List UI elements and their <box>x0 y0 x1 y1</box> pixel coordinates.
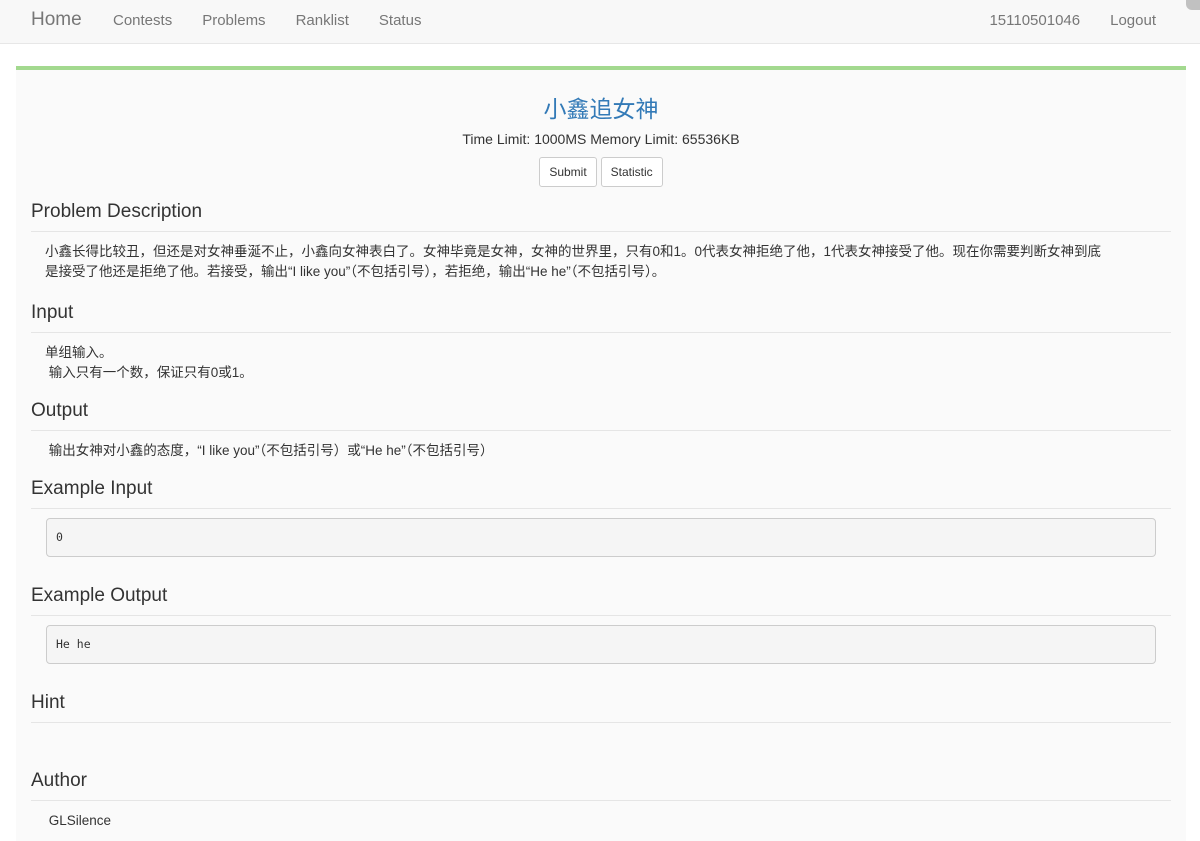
scrollbar-thumb[interactable] <box>1186 0 1200 10</box>
example-output-block: He he <box>46 625 1156 664</box>
output-heading: Output <box>31 400 1171 431</box>
description-line-1: 小鑫长得比较丑，但还是对女神垂涎不止，小鑫向女神表白了。女神毕竟是女神，女神的世… <box>45 244 1102 259</box>
main-nav: Contests Problems Ranklist Status <box>113 12 451 29</box>
nav-contests-link[interactable]: Contests <box>113 12 172 29</box>
logout-link[interactable]: Logout <box>1110 12 1156 29</box>
description-line-2: 是接受了他还是拒绝了他。若接受，输出“I like you”（不包括引号），若拒… <box>45 264 666 279</box>
top-navbar: Home Contests Problems Ranklist Status 1… <box>0 0 1200 44</box>
input-line-1: 单组输入。 <box>45 345 113 360</box>
example-output-heading: Example Output <box>31 585 1171 616</box>
home-link[interactable]: Home <box>31 9 82 31</box>
example-input-heading: Example Input <box>31 478 1171 509</box>
description-heading: Problem Description <box>31 201 1171 232</box>
output-text: 输出女神对小鑫的态度，“I like you”（不包括引号）或“He he”（不… <box>45 443 494 458</box>
problem-limits: Time Limit: 1000MS Memory Limit: 65536KB <box>462 131 740 147</box>
author-heading: Author <box>31 770 1171 801</box>
problem-actions: Submit Statistic <box>16 157 1186 187</box>
author-name: GLSilence <box>45 813 112 828</box>
nav-status-link[interactable]: Status <box>379 12 422 29</box>
user-nav: 15110501046 Logout <box>959 12 1156 29</box>
input-heading: Input <box>31 302 1171 333</box>
hint-heading: Hint <box>31 692 1171 723</box>
example-input-block: 0 <box>46 518 1156 557</box>
problem-panel: 小鑫追女神 Time Limit: 1000MS Memory Limit: 6… <box>16 66 1186 841</box>
statistic-button[interactable]: Statistic <box>600 157 663 187</box>
input-line-2: 输入只有一个数，保证只有0或1。 <box>45 365 253 380</box>
nav-ranklist-link[interactable]: Ranklist <box>296 12 349 29</box>
problem-title: 小鑫追女神 <box>543 96 659 122</box>
username-link[interactable]: 15110501046 <box>989 12 1080 29</box>
input-text: 单组输入。 输入只有一个数，保证只有0或1。 <box>45 343 1155 383</box>
nav-problems-link[interactable]: Problems <box>202 12 265 29</box>
submit-button[interactable]: Submit <box>539 157 597 187</box>
description-text: 小鑫长得比较丑，但还是对女神垂涎不止，小鑫向女神表白了。女神毕竟是女神，女神的世… <box>45 242 1155 282</box>
